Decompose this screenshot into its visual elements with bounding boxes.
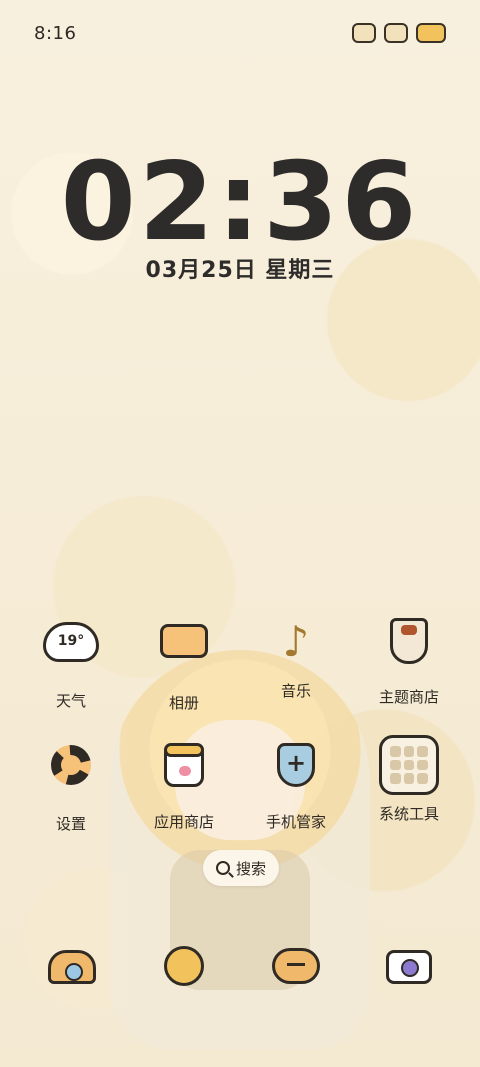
app-app-store[interactable]: 应用商店: [128, 735, 240, 832]
music-icon: ♪: [282, 617, 310, 666]
app-weather[interactable]: 19° 天气: [15, 612, 127, 711]
app-theme-store[interactable]: 主题商店: [353, 612, 465, 707]
settings-icon: [41, 745, 101, 805]
wifi-icon: [384, 23, 408, 43]
app-label-music: 音乐: [280, 682, 311, 700]
dock-camera[interactable]: [379, 936, 439, 996]
app-phone-manager[interactable]: 手机管家: [240, 735, 352, 832]
app-settings[interactable]: 设置: [15, 735, 127, 834]
app-label-theme-store: 主题商店: [378, 688, 439, 706]
app-music[interactable]: ♪ 音乐: [240, 612, 352, 701]
app-label-weather: 天气: [55, 692, 86, 710]
phone-icon: [48, 950, 96, 984]
app-store-icon: [154, 743, 214, 803]
system-tools-folder-icon: [379, 735, 439, 795]
search-button[interactable]: 搜索: [203, 850, 279, 886]
weather-icon: 19°: [41, 622, 101, 682]
app-label-app-store: 应用商店: [153, 813, 214, 831]
folder-system-tools[interactable]: 系统工具: [353, 735, 465, 824]
gallery-icon: [154, 624, 214, 684]
theme-store-icon: [379, 618, 439, 678]
dock-phone[interactable]: [42, 936, 102, 996]
search-label: 搜索: [235, 859, 266, 878]
battery-icon: [416, 23, 446, 43]
status-time: 8:16: [34, 22, 77, 44]
lockscreen-date: 03月25日 星期三: [145, 258, 335, 283]
app-label-settings: 设置: [55, 815, 86, 833]
search-icon: [215, 861, 230, 875]
lockscreen-clock: 02:36: [60, 140, 420, 265]
dock-browser[interactable]: [154, 936, 214, 996]
weather-temperature: 19°: [57, 633, 85, 649]
app-label-phone-manager: 手机管家: [265, 813, 326, 831]
status-bar: 8:16: [0, 0, 480, 66]
dock-messages[interactable]: [266, 936, 326, 996]
signal-icon: [352, 23, 376, 43]
app-label-gallery: 相册: [168, 694, 199, 712]
folder-label-system-tools: 系统工具: [378, 805, 439, 823]
phone-manager-icon: [266, 743, 326, 803]
status-icons: [352, 23, 446, 43]
app-gallery[interactable]: 相册: [128, 612, 240, 713]
browser-icon: [164, 946, 204, 986]
messages-icon: [272, 948, 320, 984]
camera-icon: [386, 950, 432, 984]
